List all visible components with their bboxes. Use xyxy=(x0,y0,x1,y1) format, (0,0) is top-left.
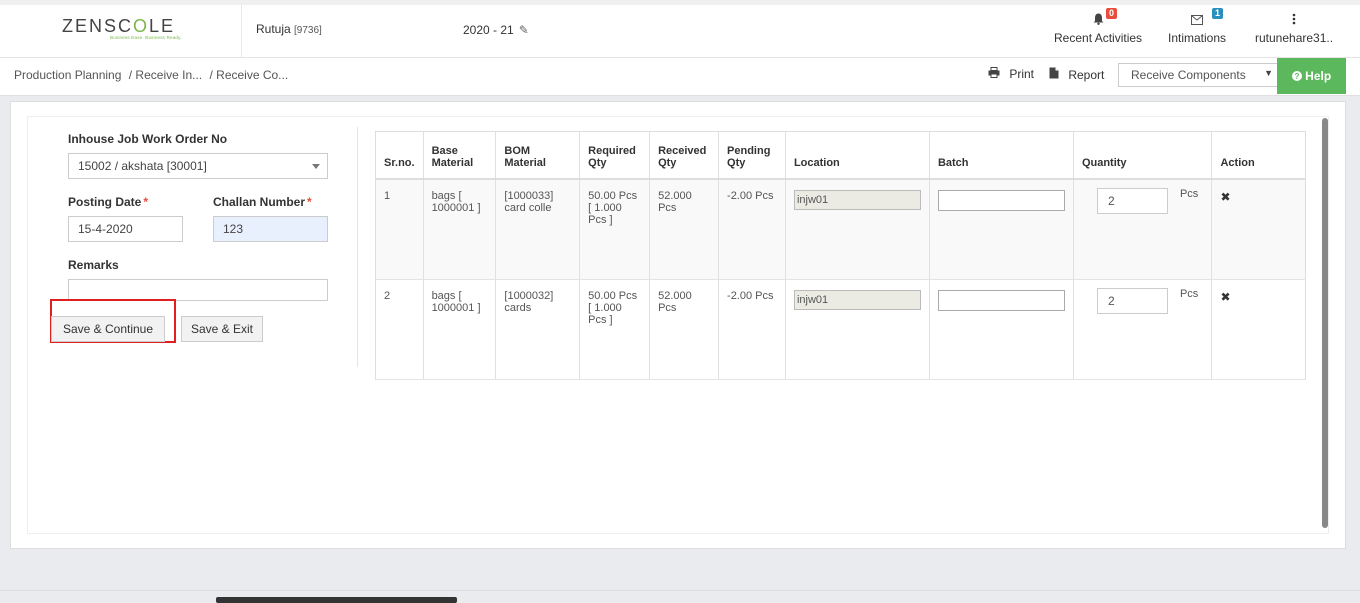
financial-year[interactable]: 2020 - 21 ✎ xyxy=(463,23,529,37)
kebab-icon xyxy=(1255,13,1333,29)
breadcrumb-item-receive-components: / Receive Co... xyxy=(209,68,289,82)
col-batch: Batch xyxy=(929,131,1074,180)
help-button[interactable]: ? Help xyxy=(1277,58,1346,94)
batch-input[interactable] xyxy=(937,289,1065,311)
question-circle-icon: ? xyxy=(1291,69,1305,83)
horizontal-scrollbar[interactable] xyxy=(216,597,457,603)
caret-down-icon xyxy=(312,164,320,169)
content-area: Inhouse Job Work Order No 15002 / akshat… xyxy=(27,116,1329,534)
order-select[interactable]: 15002 / akshata [30001] xyxy=(68,153,328,179)
intimations-button[interactable]: 1 Intimations xyxy=(1168,8,1226,45)
remarks-label: Remarks xyxy=(68,258,119,272)
posting-date-label: Posting Date * xyxy=(68,195,149,209)
table-header-row: Sr.no. Base Material BOM Material Requir… xyxy=(375,131,1306,180)
breadcrumb-bar: Production Planning / Receive In... / Re… xyxy=(0,58,1360,96)
order-label: Inhouse Job Work Order No xyxy=(68,132,228,146)
col-required-qty: Required Qty xyxy=(579,131,651,180)
intimations-badge: 1 xyxy=(1212,8,1224,19)
col-received-qty: Received Qty xyxy=(649,131,720,180)
edit-icon[interactable]: ✎ xyxy=(519,23,529,37)
caret-down-icon: ▼ xyxy=(1264,68,1273,78)
save-continue-button[interactable]: Save & Continue xyxy=(51,316,165,342)
top-bar: ZENSCOLE Business Ease. Business Ready. … xyxy=(0,0,1360,58)
components-table: Sr.no. Base Material BOM Material Requir… xyxy=(375,131,1306,380)
breadcrumb: Production Planning / Receive In... / Re… xyxy=(14,68,292,82)
delete-icon[interactable]: ✖ xyxy=(1220,190,1230,204)
posting-date-input[interactable]: 15-4-2020 xyxy=(68,216,183,242)
table-row: 2 bags [ 1000001 ] [1000032] cards 50.00… xyxy=(375,279,1306,380)
envelope-icon: 1 xyxy=(1168,8,1226,29)
unit-label: Pcs xyxy=(1179,287,1199,300)
printer-icon xyxy=(988,67,1003,81)
remarks-input[interactable] xyxy=(68,279,328,301)
quantity-input[interactable]: 2 xyxy=(1096,287,1168,314)
col-location: Location xyxy=(785,131,930,180)
receive-form: Inhouse Job Work Order No 15002 / akshat… xyxy=(50,127,358,367)
location-input: injw01 xyxy=(793,189,921,210)
svg-text:?: ? xyxy=(1294,72,1299,81)
table-row: 1 bags [ 1000001 ] [1000033] card colle … xyxy=(375,178,1306,280)
col-action: Action xyxy=(1211,131,1306,180)
divider xyxy=(0,590,1360,591)
company-user[interactable]: Rutuja [9736] xyxy=(256,22,322,36)
col-quantity: Quantity xyxy=(1073,131,1213,180)
module-select[interactable]: Receive Components ▼ xyxy=(1118,63,1278,87)
activities-badge: 0 xyxy=(1106,8,1118,19)
recent-activities-button[interactable]: 0 Recent Activities xyxy=(1054,8,1142,45)
save-exit-button[interactable]: Save & Exit xyxy=(181,316,263,342)
col-sr-no: Sr.no. xyxy=(375,131,424,180)
col-pending-qty: Pending Qty xyxy=(718,131,786,180)
logo-tagline: Business Ease. Business Ready. xyxy=(110,35,182,40)
location-input: injw01 xyxy=(793,289,921,310)
logo-text: ZENSCOLE xyxy=(62,16,176,36)
file-icon xyxy=(1049,67,1062,82)
breadcrumb-item-receive-inhouse[interactable]: / Receive In... xyxy=(129,68,202,82)
challan-number-label: Challan Number * xyxy=(213,195,312,209)
main-panel: Inhouse Job Work Order No 15002 / akshat… xyxy=(10,101,1346,549)
breadcrumb-item-production-planning[interactable]: Production Planning xyxy=(14,68,121,82)
print-button[interactable]: Print xyxy=(988,67,1034,81)
delete-icon[interactable]: ✖ xyxy=(1220,290,1230,304)
report-button[interactable]: Report xyxy=(1049,67,1104,82)
user-menu-button[interactable]: rutunehare31.. xyxy=(1255,13,1333,45)
logo[interactable]: ZENSCOLE Business Ease. Business Ready. xyxy=(0,5,242,58)
quantity-input[interactable]: 2 xyxy=(1096,187,1168,214)
col-bom-material: BOM Material xyxy=(495,131,581,180)
unit-label: Pcs xyxy=(1179,187,1199,200)
challan-number-input[interactable]: 123 xyxy=(213,216,328,242)
col-base-material: Base Material xyxy=(423,131,497,180)
vertical-scrollbar[interactable] xyxy=(1322,118,1328,528)
batch-input[interactable] xyxy=(937,189,1065,211)
bell-icon: 0 xyxy=(1054,8,1142,29)
